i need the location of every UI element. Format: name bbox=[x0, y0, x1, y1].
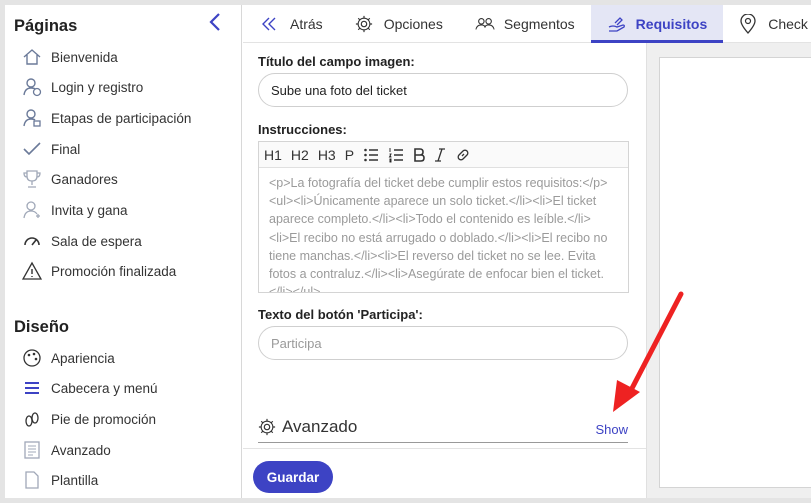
gauge-icon bbox=[22, 231, 42, 251]
sidebar: Páginas Bienvenida Login y registro Etap… bbox=[5, 5, 242, 498]
sidebar-item-plantilla[interactable]: Plantilla bbox=[22, 468, 98, 492]
home-icon bbox=[22, 47, 42, 67]
sidebar-item-label: Etapas de participación bbox=[51, 110, 192, 126]
sidebar-item-label: Apariencia bbox=[51, 350, 115, 366]
sidebar-item-ganadores[interactable]: Ganadores bbox=[22, 167, 118, 191]
pages-section-title: Páginas bbox=[14, 17, 78, 35]
sidebar-item-final[interactable]: Final bbox=[22, 137, 80, 161]
sidebar-item-etapas[interactable]: Etapas de participación bbox=[22, 106, 191, 130]
bold-icon[interactable] bbox=[413, 147, 425, 162]
sidebar-item-label: Plantilla bbox=[51, 472, 99, 488]
advanced-title: Avanzado bbox=[282, 416, 358, 436]
user-steps-icon bbox=[22, 108, 42, 128]
sidebar-item-bienvenida[interactable]: Bienvenida bbox=[22, 45, 118, 69]
invite-icon bbox=[22, 200, 42, 220]
tab-label: Atrás bbox=[290, 15, 323, 32]
tab-label: Requisitos bbox=[635, 15, 708, 32]
collapse-sidebar-button[interactable] bbox=[205, 11, 225, 33]
instructions-textarea[interactable]: <p>La fotografía del ticket debe cumplir… bbox=[259, 168, 628, 292]
tab-atras[interactable]: Atrás bbox=[243, 5, 339, 43]
tab-label: Opciones bbox=[383, 15, 443, 32]
image-title-input[interactable]: Sube una foto del ticket bbox=[258, 73, 628, 107]
sidebar-item-avanzado[interactable]: Avanzado bbox=[22, 438, 111, 462]
sidebar-item-pie[interactable]: Pie de promoción bbox=[22, 407, 156, 431]
h2-button[interactable]: H2 bbox=[291, 147, 309, 163]
tab-check-in[interactable]: Check in bbox=[723, 5, 811, 43]
button-text-input[interactable]: Participa bbox=[258, 326, 628, 360]
requirements-form: Título del campo imagen: Sube una foto d… bbox=[243, 43, 646, 448]
sidebar-item-label: Sala de espera bbox=[51, 233, 142, 249]
sidebar-item-label: Cabecera y menú bbox=[51, 380, 158, 396]
palette-icon bbox=[22, 348, 42, 368]
double-chevron-left-icon bbox=[261, 14, 281, 34]
image-title-label: Título del campo imagen: bbox=[258, 54, 415, 69]
footprint-icon bbox=[22, 409, 42, 429]
design-section-title: Diseño bbox=[14, 318, 70, 336]
tab-segmentos[interactable]: Segmentos bbox=[459, 5, 591, 43]
document-icon bbox=[22, 440, 42, 460]
sidebar-item-label: Pie de promoción bbox=[51, 411, 157, 427]
sidebar-item-sala[interactable]: Sala de espera bbox=[22, 229, 142, 253]
paragraph-button[interactable]: P bbox=[345, 147, 354, 163]
sidebar-item-label: Final bbox=[51, 141, 81, 157]
sidebar-item-label: Ganadores bbox=[51, 171, 118, 187]
instructions-editor: H1 H2 H3 P <p>La fotografía del ticket d… bbox=[258, 141, 629, 293]
bullet-list-icon[interactable] bbox=[363, 147, 379, 163]
chevron-left-icon bbox=[209, 13, 220, 31]
top-tabs: Atrás Opciones Segmentos Requisitos Chec… bbox=[243, 5, 811, 43]
sidebar-item-login[interactable]: Login y registro bbox=[22, 75, 143, 99]
save-button[interactable]: Guardar bbox=[253, 461, 333, 493]
file-icon bbox=[22, 470, 42, 490]
tab-opciones[interactable]: Opciones bbox=[339, 5, 459, 43]
sidebar-item-label: Login y registro bbox=[51, 79, 144, 95]
button-text-label: Texto del botón 'Participa': bbox=[258, 307, 423, 322]
h3-button[interactable]: H3 bbox=[318, 147, 336, 163]
sidebar-item-apariencia[interactable]: Apariencia bbox=[22, 346, 115, 370]
preview-panel bbox=[659, 57, 811, 488]
italic-icon[interactable] bbox=[434, 147, 446, 162]
app-frame: Páginas Bienvenida Login y registro Etap… bbox=[5, 5, 811, 498]
user-add-icon bbox=[22, 77, 42, 97]
sidebar-item-finalizada[interactable]: Promoción finalizada bbox=[22, 259, 176, 283]
preview-area bbox=[646, 43, 811, 498]
sidebar-item-label: Invita y gana bbox=[51, 202, 128, 218]
sidebar-item-label: Promoción finalizada bbox=[51, 263, 177, 279]
tab-requisitos[interactable]: Requisitos bbox=[590, 5, 724, 43]
show-advanced-link[interactable]: Show bbox=[595, 422, 628, 437]
h1-button[interactable]: H1 bbox=[264, 147, 282, 163]
advanced-section-header: Avanzado Show bbox=[258, 411, 628, 443]
link-icon[interactable] bbox=[455, 147, 471, 163]
sidebar-item-label: Avanzado bbox=[51, 442, 111, 458]
hand-icon bbox=[607, 14, 627, 34]
tab-label: Segmentos bbox=[503, 15, 575, 32]
gear-icon bbox=[258, 418, 276, 435]
gear-icon bbox=[355, 14, 375, 34]
trophy-icon bbox=[22, 169, 42, 189]
check-icon bbox=[22, 139, 42, 159]
form-footer: Guardar bbox=[243, 448, 646, 498]
tab-label: Check in bbox=[768, 15, 811, 32]
sidebar-item-label: Bienvenida bbox=[51, 49, 118, 65]
menu-icon bbox=[22, 378, 42, 398]
instructions-label: Instrucciones: bbox=[258, 122, 347, 137]
sidebar-item-cabecera[interactable]: Cabecera y menú bbox=[22, 376, 158, 400]
warning-icon bbox=[22, 261, 42, 281]
editor-toolbar: H1 H2 H3 P bbox=[259, 142, 628, 168]
sidebar-item-invita[interactable]: Invita y gana bbox=[22, 198, 128, 222]
map-pin-icon bbox=[739, 13, 759, 34]
numbered-list-icon[interactable] bbox=[388, 147, 404, 163]
users-group-icon bbox=[475, 14, 495, 34]
